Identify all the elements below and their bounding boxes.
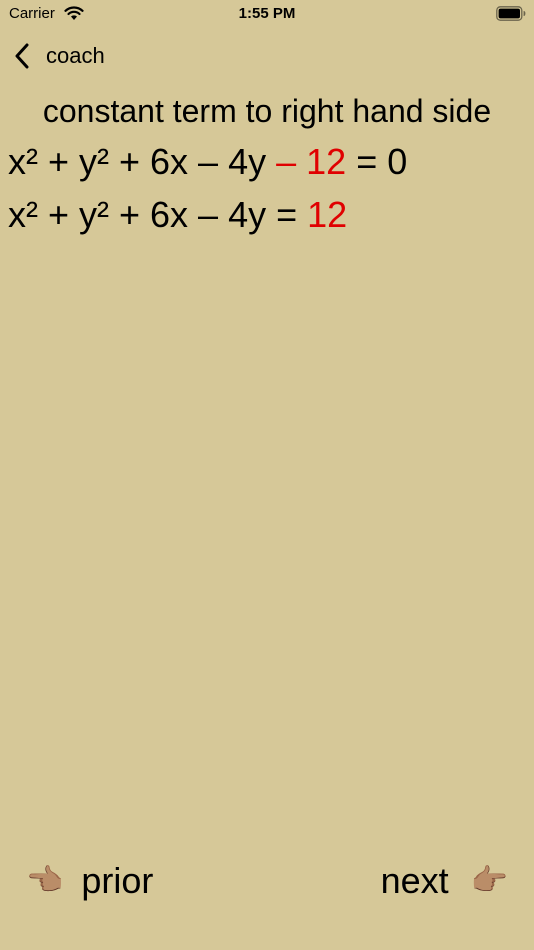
equation-line-1: x² + y² + 6x – 4y – 12 = 0 (8, 140, 407, 184)
equation-text: = 0 (346, 141, 408, 182)
prior-button[interactable]: 👈🏽 prior (26, 858, 153, 904)
next-button-label: next (380, 860, 449, 901)
pointing-right-hand-icon: 👉🏽 (470, 864, 508, 897)
pointing-left-hand-icon: 👈🏽 (26, 864, 64, 897)
equation-line-2: x² + y² + 6x – 4y = 12 (8, 193, 347, 237)
next-button[interactable]: next 👉🏽 (381, 858, 508, 904)
status-bar: Carrier 1:55 PM (0, 0, 534, 28)
chevron-left-icon (15, 43, 29, 69)
battery-icon (496, 6, 526, 21)
step-title: constant term to right hand side (42, 93, 492, 129)
prior-button-label: prior (81, 860, 154, 901)
equation-highlight: – 12 (276, 141, 347, 182)
navigation-bar: coach (0, 36, 534, 76)
clock-time: 1:55 PM (238, 5, 296, 22)
equation-highlight: 12 (307, 194, 348, 235)
equation-text: x² + y² + 6x – 4y (8, 141, 277, 182)
back-button[interactable]: coach (14, 40, 105, 72)
equation-text: x² + y² + 6x – 4y = (8, 194, 308, 235)
back-button-label: coach (46, 43, 105, 68)
